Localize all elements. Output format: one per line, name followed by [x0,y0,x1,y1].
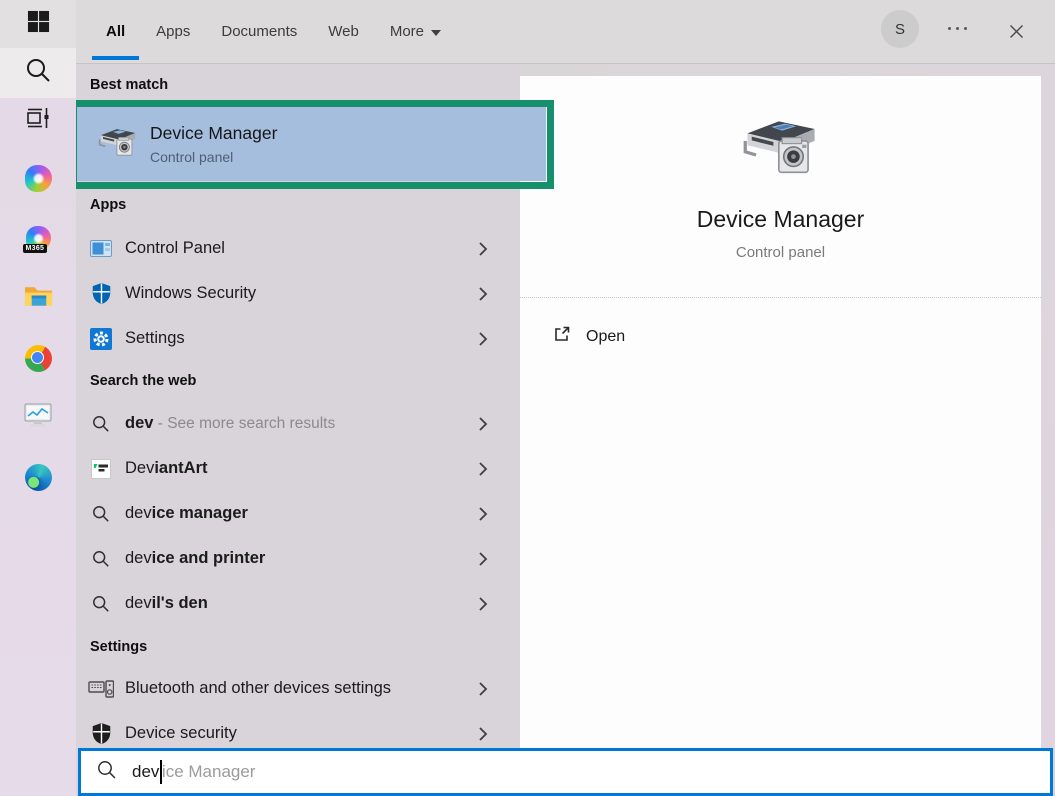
result-label: Device security [125,724,237,743]
chevron-right-icon[interactable] [478,596,488,612]
open-action[interactable]: Open [552,324,625,349]
m365-copilot-button[interactable]: M365 [0,214,76,262]
open-label: Open [586,328,625,346]
section-header-web: Search the web [90,373,196,389]
section-header-best-match: Best match [90,77,168,93]
close-icon[interactable] [1004,19,1028,43]
chevron-right-icon[interactable] [478,726,488,742]
chevron-right-icon[interactable] [478,241,488,257]
chrome-button[interactable] [0,334,76,382]
chrome-icon [25,345,52,372]
preview-title: Device Manager [520,206,1041,233]
search-icon [88,591,114,617]
best-match-result[interactable]: Device Manager Control panel [77,107,546,181]
chevron-right-icon[interactable] [478,331,488,347]
copilot-button[interactable] [0,154,76,202]
result-label: dev - See more search results [125,414,335,433]
file-explorer-icon [24,284,53,313]
preview-panel: Device Manager Control panel Open [520,76,1041,748]
result-deviantart[interactable]: DeviantArt [76,446,520,491]
result-settings[interactable]: Settings [76,316,520,361]
taskbar: M365 [0,0,76,796]
dropdown-arrow-icon [431,30,441,36]
chevron-right-icon[interactable] [478,506,488,522]
result-devils-den[interactable]: devil's den [76,581,520,626]
search-input[interactable]: dev ice Manager [78,748,1053,796]
tab-more[interactable]: More [390,0,441,63]
copilot-icon [25,165,52,192]
section-header-apps: Apps [90,197,126,213]
best-match-subtitle: Control panel [150,149,277,165]
search-icon [88,546,114,572]
result-device-and-printer[interactable]: device and printer [76,536,520,581]
device-security-shield-icon [88,721,114,747]
open-external-icon [552,324,572,349]
chevron-right-icon[interactable] [478,286,488,302]
tab-apps[interactable]: Apps [156,0,190,63]
deviantart-icon [88,456,114,482]
bluetooth-devices-icon [88,676,114,702]
m365-copilot-icon: M365 [26,226,51,251]
tab-label: Apps [156,23,190,40]
system-monitor-icon [24,403,52,434]
search-icon [25,57,52,89]
tab-documents[interactable]: Documents [221,0,297,63]
search-inline-suggestion: ice Manager [162,762,256,782]
settings-gear-icon [88,326,114,352]
result-label: device and printer [125,549,265,568]
search-header: All Apps Documents Web More S [76,0,1055,64]
search-icon [96,759,118,786]
control-panel-icon [88,236,114,262]
task-view-icon [25,105,51,136]
edge-icon [25,464,52,491]
file-explorer-button[interactable] [0,274,76,322]
chevron-right-icon[interactable] [478,416,488,432]
result-label: Settings [125,329,185,348]
result-device-manager-suggestion[interactable]: device manager [76,491,520,536]
taskbar-search-button[interactable] [0,48,76,98]
system-monitor-button[interactable] [0,394,76,442]
chevron-right-icon[interactable] [478,551,488,567]
result-windows-security[interactable]: Windows Security [76,271,520,316]
start-button[interactable] [0,0,76,48]
device-manager-icon-large [520,116,1041,181]
m365-badge: M365 [23,244,48,253]
chevron-right-icon[interactable] [478,461,488,477]
result-label: Windows Security [125,284,256,303]
best-match-title: Device Manager [150,123,277,144]
tab-label: More [390,23,424,40]
preview-divider [520,297,1041,298]
windows-security-icon [88,281,114,307]
more-options-icon[interactable] [948,27,967,30]
result-label: Control Panel [125,239,225,258]
search-icon [88,411,114,437]
result-label: Bluetooth and other devices settings [125,679,391,698]
edge-button[interactable] [0,453,76,501]
tab-label: All [106,23,125,40]
search-icon [88,501,114,527]
result-bluetooth-settings[interactable]: Bluetooth and other devices settings [76,666,520,711]
chevron-right-icon[interactable] [478,681,488,697]
filter-tabs: All Apps Documents Web More [106,0,441,63]
result-control-panel[interactable]: Control Panel [76,226,520,271]
tab-label: Web [328,23,359,40]
device-manager-icon [98,126,138,162]
tab-web[interactable]: Web [328,0,359,63]
result-label: DeviantArt [125,459,208,478]
task-view-button[interactable] [0,96,76,144]
tab-label: Documents [221,23,297,40]
preview-subtitle: Control panel [520,244,1041,261]
section-header-settings: Settings [90,639,147,655]
windows-search-flyout: Best match Apps Control Panel Windows Se… [0,0,1055,796]
tab-all[interactable]: All [106,0,125,63]
search-typed-text: dev [132,762,159,782]
result-dev-see-more[interactable]: dev - See more search results [76,401,520,446]
result-label: devil's den [125,594,208,613]
windows-logo-icon [27,10,50,38]
avatar[interactable]: S [881,10,919,48]
result-label: device manager [125,504,248,523]
